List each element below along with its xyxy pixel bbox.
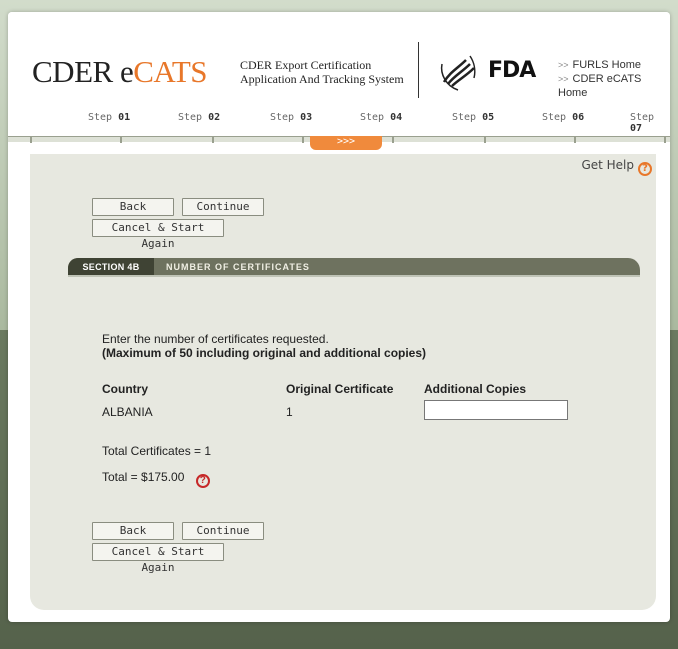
step-tracker: Step 01 Step 02 Step 03 Step 04 Step 05 … [8,112,670,134]
total-certificates: Total Certificates = 1 [102,444,212,458]
get-help-link[interactable]: Get Help? [581,158,652,176]
fda-logo: FDA [488,58,536,83]
step-05: Step 05 [452,112,495,123]
help-icon: ? [638,162,652,176]
cancel-start-again-button-bottom[interactable]: Cancel & Start Again [92,543,224,574]
country-value: ALBANIA [102,405,153,419]
hhs-eagle-icon [440,55,476,91]
form-instructions: Enter the number of certificates request… [102,332,427,360]
step-01: Step 01 [88,112,131,123]
country-column-header: Country [102,382,148,396]
main-panel: CDER eCATS CDER Export Certification App… [8,12,670,622]
section-tag: SECTION 4B [68,258,154,276]
furls-home-link[interactable]: >> FURLS Home [558,58,670,72]
content-area: Get Help? Back Continue Cancel & Start A… [30,154,656,610]
cder-ecats-logo: CDER eCATS [32,54,208,89]
back-button-bottom[interactable]: Back [92,522,174,540]
cancel-start-again-button-top[interactable]: Cancel & Start Again [92,219,224,250]
original-certificate-column-header: Original Certificate [286,382,394,396]
step-03: Step 03 [270,112,313,123]
back-button-top[interactable]: Back [92,198,174,216]
total-fee: Total = $175.00 ? [102,470,210,488]
current-step-indicator: >>> [310,136,382,150]
step-04: Step 04 [360,112,403,123]
step-tick [392,136,394,143]
step-tick [120,136,122,143]
step-02: Step 02 [178,112,221,123]
step-tick [484,136,486,143]
top-links: >> FURLS Home >> CDER eCATS Home [558,58,670,100]
continue-button-bottom[interactable]: Continue [182,522,264,540]
cder-ecats-home-link[interactable]: >> CDER eCATS Home [558,72,670,100]
step-tick [574,136,576,143]
step-tick [30,136,32,143]
header-divider [418,42,419,98]
step-06: Step 06 [542,112,585,123]
fee-help-icon[interactable]: ? [195,474,210,488]
header: CDER eCATS CDER Export Certification App… [8,12,670,172]
app-tagline: CDER Export Certification Application An… [240,58,404,86]
step-tick [664,136,666,143]
additional-copies-column-header: Additional Copies [424,382,526,396]
step-07: Step 07 [630,112,655,134]
additional-copies-input[interactable] [424,400,568,420]
section-header: SECTION 4B NUMBER OF CERTIFICATES [68,258,640,276]
original-certificate-value: 1 [286,405,293,419]
section-divider [68,275,640,277]
section-title: NUMBER OF CERTIFICATES [166,262,310,272]
continue-button-top[interactable]: Continue [182,198,264,216]
step-tick [302,136,304,143]
step-tick [212,136,214,143]
